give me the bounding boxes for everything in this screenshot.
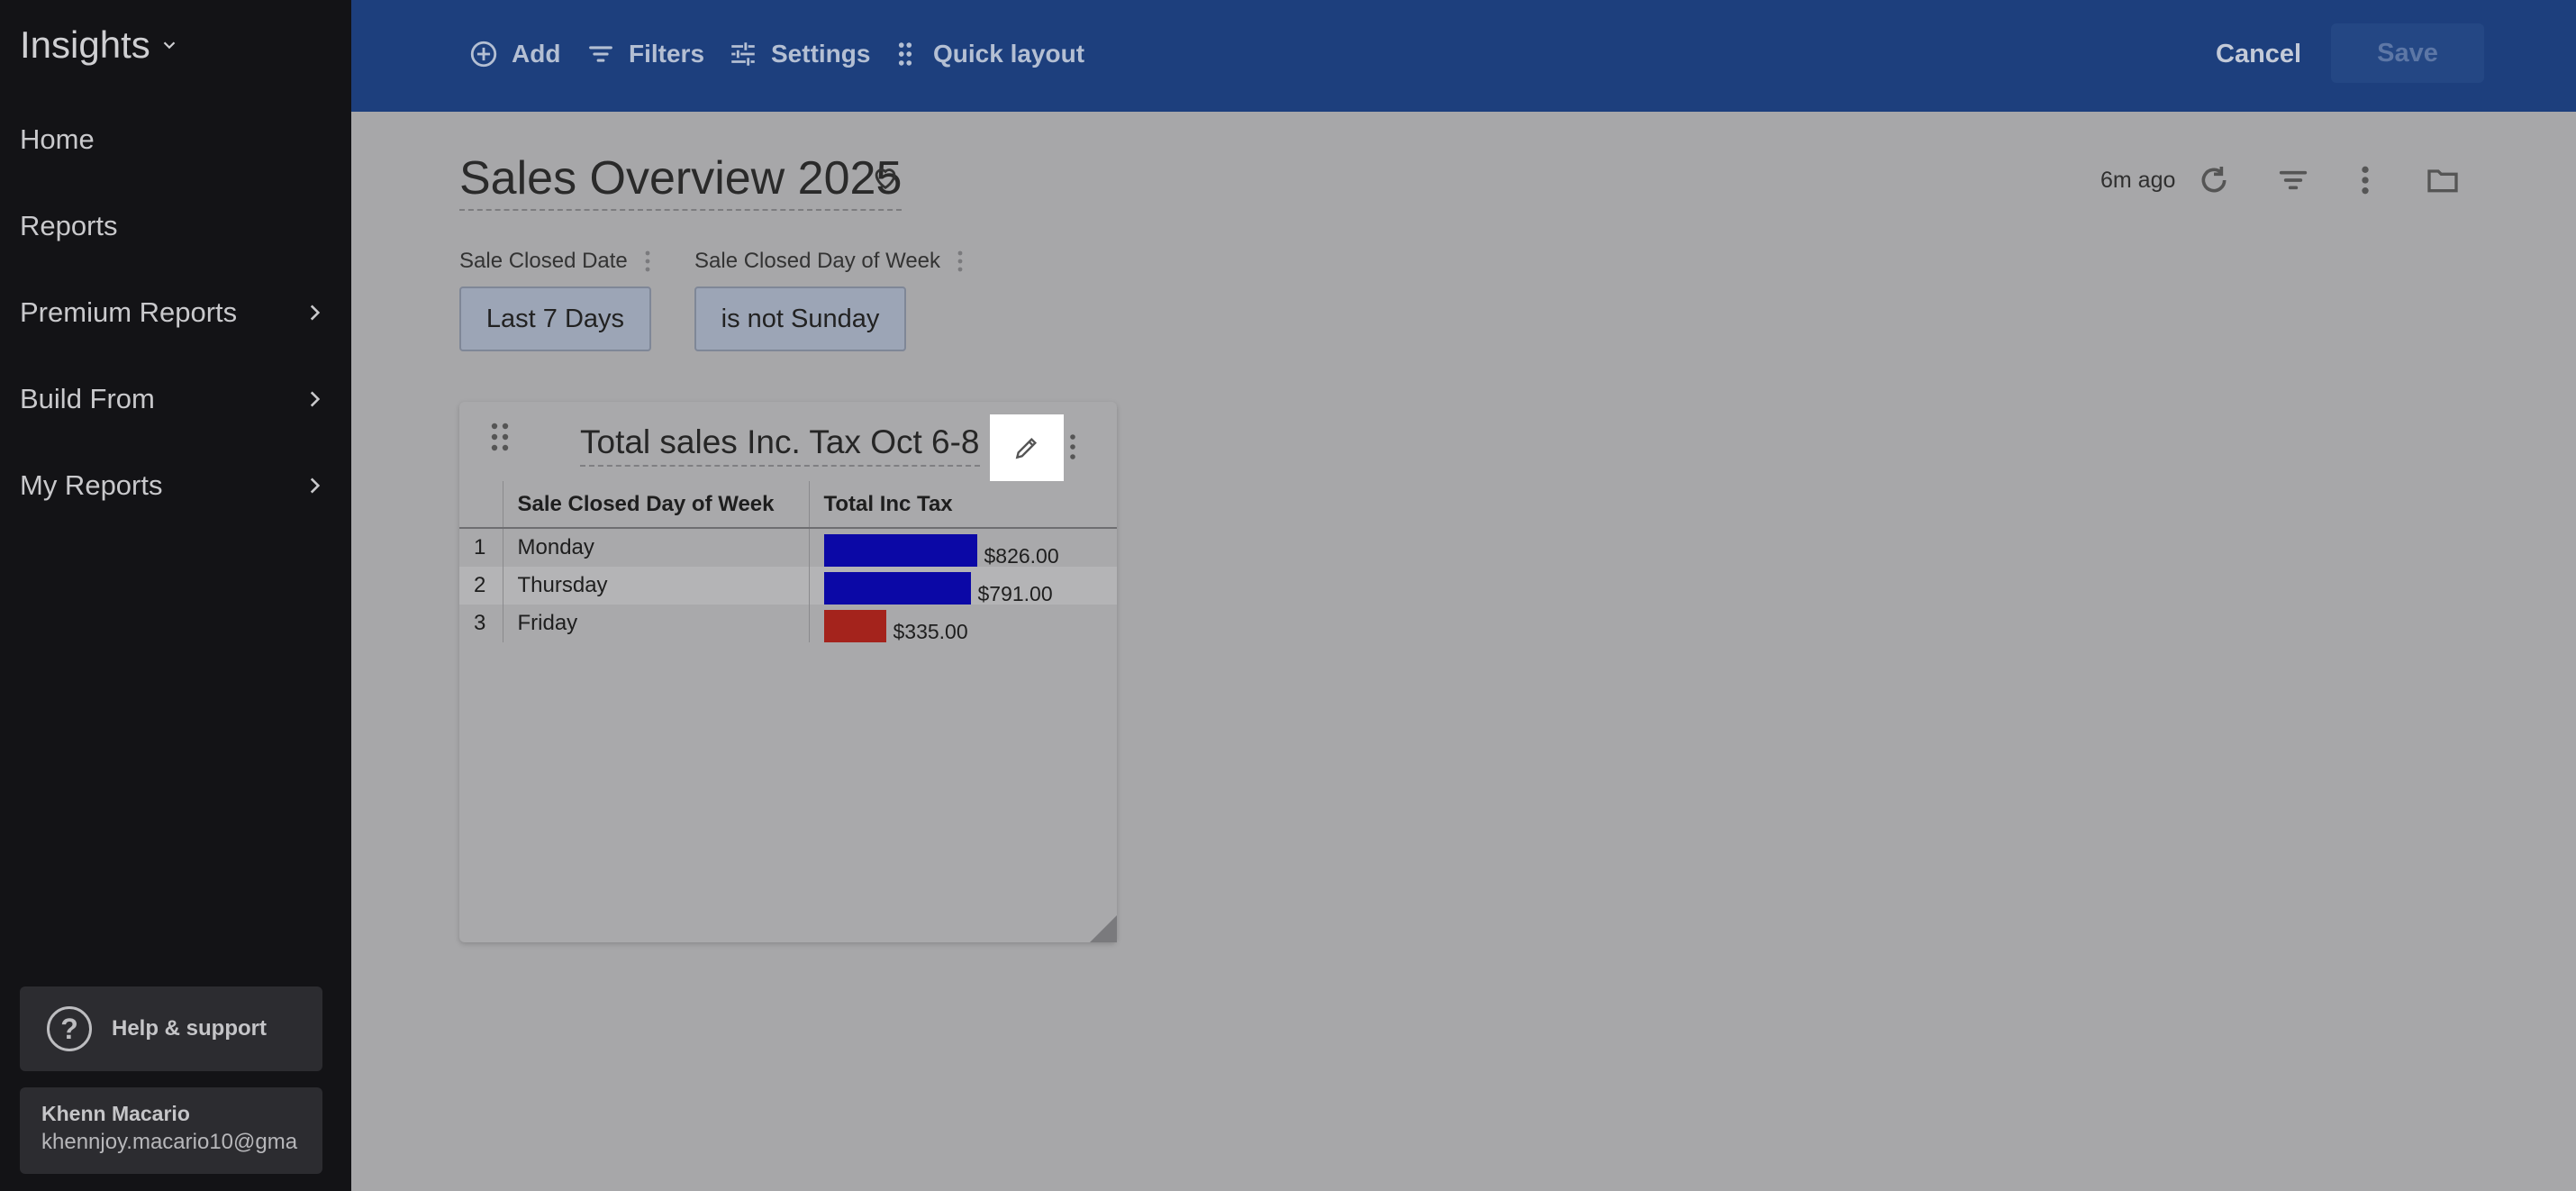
tune-icon bbox=[731, 42, 755, 66]
cancel-button[interactable]: Cancel bbox=[2216, 32, 2301, 76]
sidebar-item-home[interactable]: Home bbox=[20, 113, 326, 167]
sidebar-item-label: Home bbox=[20, 123, 95, 155]
day-cell: Monday bbox=[503, 528, 810, 567]
filter-icon bbox=[589, 46, 612, 62]
chevron-right-icon bbox=[310, 305, 321, 321]
sidebar-item-my-reports[interactable]: My Reports bbox=[20, 459, 326, 513]
filter-label-sale-closed-date: Sale Closed Date bbox=[459, 249, 651, 274]
column-header[interactable]: Total Inc Tax bbox=[809, 481, 1117, 529]
report-tile[interactable]: Total sales Inc. Tax Oct 6-8 Sale Closed… bbox=[459, 402, 1117, 942]
table-row[interactable]: 1 Monday $826.00 bbox=[459, 528, 1118, 568]
sidebar: Insights Home Reports Premium Reports Bu… bbox=[0, 0, 351, 1191]
user-name: Khenn Macario bbox=[41, 1102, 190, 1125]
drag-handle-icon[interactable] bbox=[490, 422, 510, 452]
add-label: Add bbox=[512, 40, 561, 68]
total-inc-tax-cell: $826.00 bbox=[809, 528, 1118, 568]
table-header-row: Sale Closed Day of Week Total Inc Tax bbox=[459, 481, 1117, 529]
more-vert-icon[interactable] bbox=[1068, 432, 1077, 461]
sidebar-item-label: Premium Reports bbox=[20, 296, 238, 328]
quick-layout-label: Quick layout bbox=[933, 40, 1085, 68]
edit-tile-button[interactable] bbox=[990, 414, 1064, 481]
chevron-right-icon bbox=[310, 477, 321, 494]
chevron-down-icon bbox=[163, 41, 176, 50]
row-index-header bbox=[459, 481, 503, 529]
column-header[interactable]: Sale Closed Day of Week bbox=[503, 481, 810, 529]
value-label: $335.00 bbox=[893, 619, 968, 643]
sidebar-item-label: My Reports bbox=[20, 469, 163, 501]
pencil-icon bbox=[1015, 437, 1038, 459]
save-button[interactable]: Save bbox=[2331, 23, 2484, 83]
app-switcher[interactable]: Insights bbox=[20, 23, 179, 67]
more-vert-icon[interactable] bbox=[2347, 162, 2383, 198]
value-label: $791.00 bbox=[977, 581, 1053, 605]
add-button[interactable]: Add bbox=[468, 32, 560, 76]
total-inc-tax-cell: $335.00 bbox=[809, 605, 1118, 643]
bar-cell: $791.00 bbox=[823, 567, 1118, 605]
more-vert-icon[interactable] bbox=[957, 250, 964, 273]
quick-layout-button[interactable]: Quick layout bbox=[890, 32, 1084, 76]
brand-label: Insights bbox=[20, 23, 150, 66]
settings-button[interactable]: Settings bbox=[728, 32, 870, 76]
bar-cell: $335.00 bbox=[823, 605, 1118, 643]
data-table: Sale Closed Day of Week Total Inc Tax 1M… bbox=[459, 481, 1118, 643]
filter-icon[interactable] bbox=[2275, 162, 2311, 198]
row-index: 3 bbox=[459, 605, 503, 642]
data-bar bbox=[823, 534, 977, 567]
filter-chip-sale-closed-date[interactable]: Last 7 Days bbox=[459, 286, 651, 351]
row-index: 1 bbox=[459, 528, 503, 567]
more-vert-icon[interactable] bbox=[644, 250, 651, 273]
filter-label-text: Sale Closed Date bbox=[459, 249, 628, 273]
tile-title[interactable]: Total sales Inc. Tax Oct 6-8 bbox=[580, 423, 980, 467]
user-email: khennjoy.macario10@gma bbox=[41, 1130, 298, 1154]
row-index: 2 bbox=[459, 567, 503, 605]
help-support-label: Help & support bbox=[112, 1016, 267, 1041]
filter-chip-sale-closed-day[interactable]: is not Sunday bbox=[694, 286, 906, 351]
filter-label-text: Sale Closed Day of Week bbox=[694, 249, 941, 273]
resize-handle[interactable] bbox=[1090, 915, 1117, 942]
value-label: $826.00 bbox=[984, 543, 1059, 568]
filters-button[interactable]: Filters bbox=[585, 32, 704, 76]
data-bar bbox=[823, 572, 971, 605]
sidebar-item-label: Build From bbox=[20, 383, 155, 414]
question-icon: ? bbox=[47, 1006, 92, 1051]
filters-label: Filters bbox=[629, 40, 705, 68]
sidebar-item-build-from[interactable]: Build From bbox=[20, 372, 326, 426]
edit-toolbar: Add Filters Settings Quick layout Cancel… bbox=[351, 0, 2576, 112]
total-inc-tax-cell: $791.00 bbox=[809, 567, 1117, 605]
sidebar-item-label: Reports bbox=[20, 210, 118, 241]
data-bar bbox=[823, 610, 886, 642]
folder-icon[interactable] bbox=[2425, 162, 2461, 198]
help-support-button[interactable]: ? Help & support bbox=[20, 986, 322, 1071]
sidebar-item-premium-reports[interactable]: Premium Reports bbox=[20, 286, 326, 340]
drag-dots-icon bbox=[898, 42, 912, 66]
bar-cell: $826.00 bbox=[823, 529, 1118, 568]
day-cell: Friday bbox=[503, 605, 810, 642]
settings-label: Settings bbox=[771, 40, 871, 68]
chevron-right-icon bbox=[310, 391, 321, 407]
refresh-icon[interactable] bbox=[2196, 162, 2232, 198]
table-row[interactable]: 3 Friday $335.00 bbox=[459, 605, 1118, 643]
dashboard-title[interactable]: Sales Overview 2025 bbox=[459, 151, 903, 211]
table-row[interactable]: 2 Thursday $791.00 bbox=[459, 567, 1117, 605]
sidebar-item-reports[interactable]: Reports bbox=[20, 199, 326, 253]
filter-label-sale-closed-day: Sale Closed Day of Week bbox=[694, 249, 964, 274]
last-updated: 6m ago bbox=[2100, 168, 2176, 193]
day-cell: Thursday bbox=[503, 567, 810, 605]
favorite-heart-icon[interactable] bbox=[870, 162, 901, 193]
user-account[interactable]: Khenn Macario khennjoy.macario10@gma bbox=[20, 1087, 322, 1174]
add-circle-icon bbox=[470, 41, 497, 68]
